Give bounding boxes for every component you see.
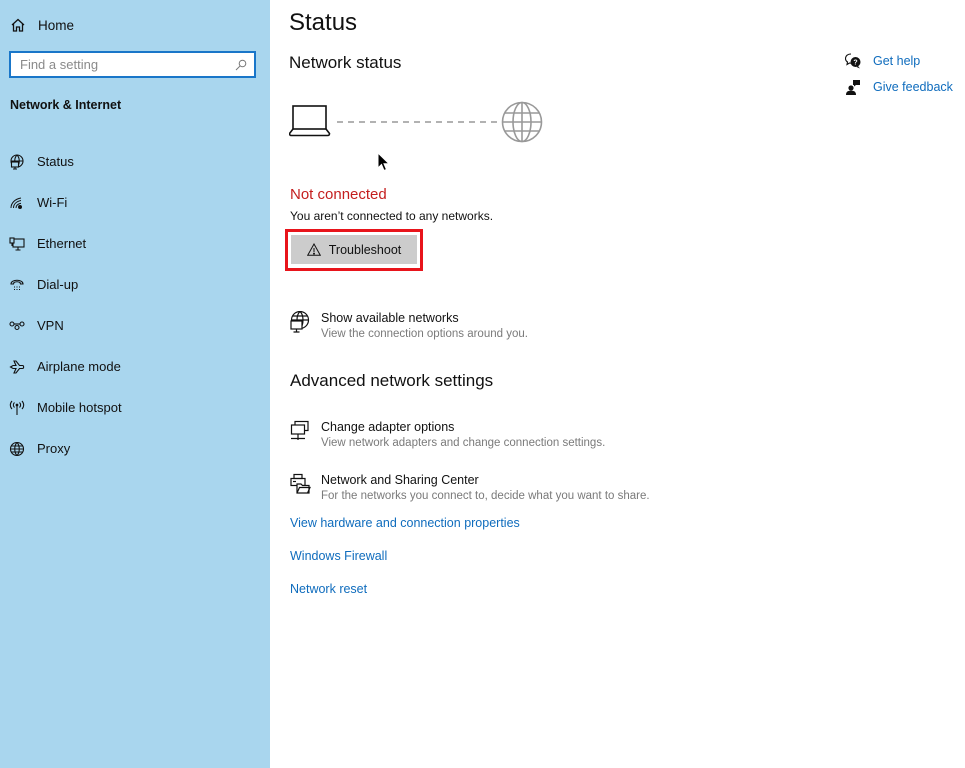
internet-globe-icon bbox=[501, 101, 543, 143]
sidebar-item-label: Status bbox=[37, 154, 74, 169]
give-feedback-link[interactable]: Give feedback bbox=[845, 74, 953, 100]
page-title: Status bbox=[289, 9, 358, 36]
airplane-icon bbox=[9, 359, 25, 374]
sidebar-item-label: VPN bbox=[37, 318, 64, 333]
give-feedback-label: Give feedback bbox=[873, 80, 953, 94]
sidebar: Home Network & Internet Status Wi-Fi bbox=[0, 0, 270, 768]
network-sharing-center[interactable]: Network and Sharing Center For the netwo… bbox=[289, 473, 650, 504]
sidebar-item-wifi[interactable]: Wi-Fi bbox=[0, 182, 270, 223]
give-feedback-icon bbox=[846, 80, 860, 95]
home-nav-item[interactable]: Home bbox=[10, 13, 74, 37]
show-networks-desc: View the connection options around you. bbox=[321, 328, 528, 340]
vpn-icon bbox=[9, 320, 25, 330]
search-icon[interactable] bbox=[235, 59, 247, 71]
help-panel: ? Get help Give feedback bbox=[845, 48, 953, 100]
search-box[interactable] bbox=[9, 51, 256, 78]
sidebar-item-airplane-mode[interactable]: Airplane mode bbox=[0, 346, 270, 387]
laptop-icon bbox=[289, 105, 331, 137]
network-globe-monitor-icon bbox=[290, 311, 310, 333]
sharing-center-icon bbox=[290, 473, 311, 494]
sidebar-item-ethernet[interactable]: Ethernet bbox=[0, 223, 270, 264]
hotspot-icon bbox=[9, 400, 25, 415]
get-help-icon: ? bbox=[845, 53, 861, 69]
network-status-heading: Network status bbox=[289, 53, 402, 72]
show-networks-title: Show available networks bbox=[321, 311, 459, 325]
home-label: Home bbox=[38, 17, 75, 33]
mouse-cursor-icon bbox=[377, 152, 391, 172]
network-diagram bbox=[289, 101, 543, 143]
svg-text:?: ? bbox=[853, 60, 857, 67]
sidebar-item-label: Proxy bbox=[37, 441, 71, 456]
sidebar-item-label: Dial-up bbox=[37, 277, 79, 292]
sharing-center-desc: For the networks you connect to, decide … bbox=[321, 490, 650, 502]
troubleshoot-label: Troubleshoot bbox=[328, 242, 402, 257]
get-help-label: Get help bbox=[873, 54, 921, 68]
sidebar-item-mobile-hotspot[interactable]: Mobile hotspot bbox=[0, 387, 270, 428]
troubleshoot-button[interactable]: Troubleshoot bbox=[291, 235, 417, 264]
sharing-center-title: Network and Sharing Center bbox=[321, 473, 479, 487]
sidebar-nav: Status Wi-Fi Ethernet Dial-up VPN Airpla… bbox=[0, 141, 270, 469]
sidebar-item-label: Airplane mode bbox=[37, 359, 121, 374]
show-available-networks[interactable]: Show available networks View the connect… bbox=[289, 311, 528, 342]
windows-firewall-link[interactable]: Windows Firewall bbox=[290, 549, 387, 563]
connection-status-description: You aren’t connected to any networks. bbox=[290, 209, 494, 223]
view-hardware-properties-link[interactable]: View hardware and connection properties bbox=[290, 516, 520, 530]
warning-icon bbox=[306, 243, 321, 256]
network-reset-link[interactable]: Network reset bbox=[290, 582, 367, 596]
change-adapter-options[interactable]: Change adapter options View network adap… bbox=[289, 420, 605, 451]
ethernet-icon bbox=[9, 236, 25, 251]
advanced-settings-heading: Advanced network settings bbox=[290, 371, 494, 390]
adapter-options-title: Change adapter options bbox=[321, 420, 455, 434]
connection-status-text: Not connected bbox=[290, 186, 387, 203]
home-icon bbox=[11, 18, 25, 32]
wifi-icon bbox=[10, 197, 22, 209]
main-content: Status Network status Not connected You … bbox=[270, 0, 965, 768]
sidebar-item-proxy[interactable]: Proxy bbox=[0, 428, 270, 469]
status-globe-monitor-icon bbox=[10, 153, 24, 170]
sidebar-item-vpn[interactable]: VPN bbox=[0, 305, 270, 346]
sidebar-item-dialup[interactable]: Dial-up bbox=[0, 264, 270, 305]
sidebar-item-label: Wi-Fi bbox=[37, 195, 68, 210]
adapter-options-desc: View network adapters and change connect… bbox=[321, 437, 606, 449]
section-title: Network & Internet bbox=[10, 98, 122, 112]
globe-icon bbox=[9, 441, 25, 456]
dialup-phone-icon bbox=[10, 279, 24, 290]
sidebar-item-label: Mobile hotspot bbox=[37, 400, 122, 415]
get-help-link[interactable]: ? Get help bbox=[845, 48, 953, 74]
sidebar-item-status[interactable]: Status bbox=[0, 141, 270, 182]
search-input[interactable] bbox=[11, 53, 235, 76]
sidebar-item-label: Ethernet bbox=[37, 236, 87, 251]
network-adapter-icon bbox=[290, 420, 309, 440]
